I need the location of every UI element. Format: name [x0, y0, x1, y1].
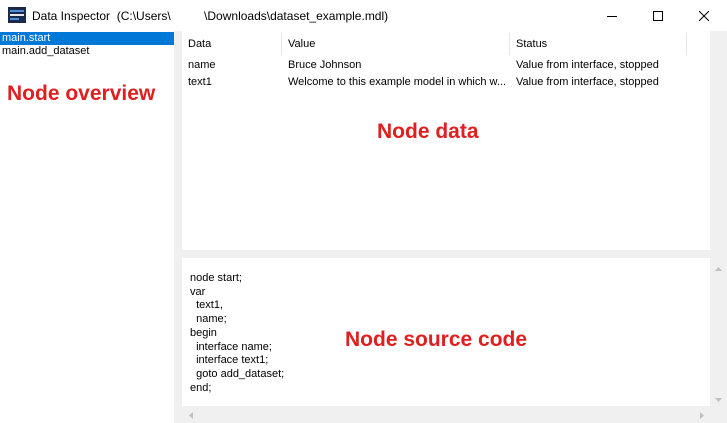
node-source-code[interactable]: node start; var text1, name; begin interfa…: [182, 258, 710, 406]
node-item-main-start[interactable]: main.start: [0, 32, 174, 45]
close-button[interactable]: [681, 0, 727, 31]
code-line: text1,: [190, 299, 224, 312]
source-code-text: node start; var text1, name; begin interfa…: [190, 272, 284, 395]
table-cell-status: Value from interface, stopped: [516, 59, 659, 71]
annotation-node-source-code: Node source code: [345, 328, 528, 351]
code-line: var: [190, 285, 206, 298]
horizontal-splitter[interactable]: [182, 250, 727, 258]
scroll-left-button[interactable]: [182, 406, 199, 423]
column-divider[interactable]: [509, 33, 510, 55]
chevron-left-icon: [188, 408, 193, 422]
code-line: node start;: [190, 272, 242, 284]
maximize-button[interactable]: [635, 0, 681, 31]
app-icon: [8, 7, 26, 23]
table-cell-status: Value from interface, stopped: [516, 76, 659, 88]
scroll-down-button[interactable]: [710, 389, 727, 406]
vertical-splitter[interactable]: [174, 31, 182, 423]
column-divider[interactable]: [686, 33, 687, 55]
table-cell-data: text1: [188, 76, 212, 88]
code-line: name;: [190, 313, 227, 326]
close-icon: [699, 10, 709, 21]
scroll-right-button[interactable]: [693, 406, 710, 423]
chevron-right-icon: [699, 408, 704, 422]
source-horizontal-scrollbar[interactable]: [182, 406, 710, 423]
source-vertical-scrollbar[interactable]: [710, 258, 727, 406]
node-data-table: Data Value Status name Bruce Johnson Val…: [182, 31, 710, 250]
minimize-icon: [607, 11, 617, 21]
code-line: end;: [190, 381, 212, 394]
code-line: interface text1;: [190, 354, 269, 367]
scrollbar-corner: [710, 406, 727, 423]
chevron-down-icon: [715, 391, 722, 405]
maximize-icon: [653, 10, 663, 21]
column-header-value[interactable]: Value: [288, 38, 315, 50]
table-cell-value: Bruce Johnson: [288, 59, 362, 71]
window-title: Data Inspector (C:\Users\ \Downloads\dat…: [32, 9, 389, 23]
node-list[interactable]: main.start main.add_dataset Node overvie…: [0, 31, 175, 423]
code-line: interface name;: [190, 340, 272, 353]
code-line: goto add_dataset;: [190, 367, 285, 380]
minimize-button[interactable]: [589, 0, 635, 31]
column-divider[interactable]: [281, 33, 282, 55]
scroll-up-button[interactable]: [710, 258, 727, 275]
table-cell-data: name: [188, 59, 216, 71]
chevron-up-icon: [715, 260, 722, 274]
code-line: begin: [190, 326, 217, 339]
data-scrollbar[interactable]: [710, 31, 727, 250]
annotation-node-data: Node data: [377, 120, 479, 143]
annotation-node-overview: Node overview: [7, 82, 156, 105]
title-bar: Data Inspector (C:\Users\ \Downloads\dat…: [0, 0, 727, 31]
table-cell-value: Welcome to this example model in which w…: [288, 76, 507, 88]
column-header-data[interactable]: Data: [188, 38, 211, 50]
node-item-main-add-dataset[interactable]: main.add_dataset: [0, 45, 174, 58]
column-header-status[interactable]: Status: [516, 38, 547, 50]
